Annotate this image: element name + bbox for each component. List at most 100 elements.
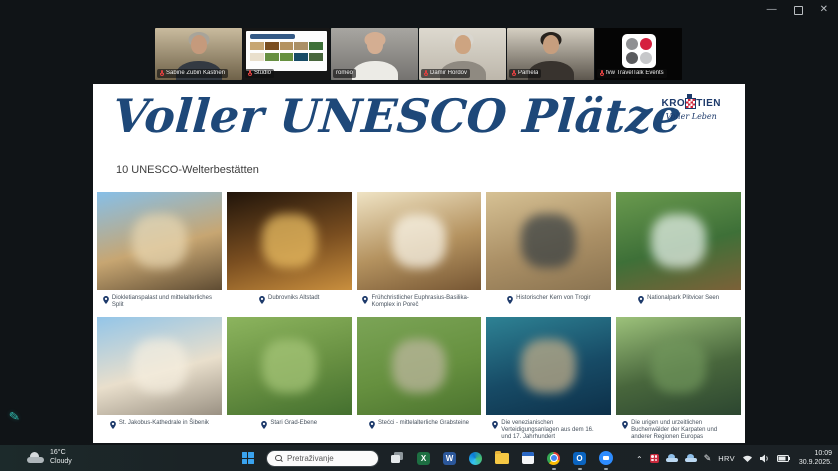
muted-mic-icon [512,70,516,77]
word-icon: W [443,452,456,465]
unesco-grid-item: Historischer Kern von Trogir [486,192,611,316]
unesco-site-caption: Die venezianischen Verteidigungsanlagen … [486,415,611,441]
onedrive-cloud-icon[interactable] [666,454,678,462]
folder-icon [495,453,509,464]
clock-date: 30.9.2025. [799,458,832,467]
system-tray: ⌃ ✎ HRV 10:09 30.9.2025. [636,445,832,471]
start-button[interactable] [240,451,255,466]
unesco-site-photo [97,317,222,415]
unesco-site-caption: Frühchristlicher Euphrasius-Basilika-Kom… [357,290,482,316]
map-pin-icon [638,296,644,304]
participant-face [543,35,559,54]
keyboard-language[interactable]: HRV [718,454,735,463]
unesco-grid-item: St. Jakobus-Kathedrale in Šibenik [97,317,222,441]
pen-input-icon[interactable]: ✎ [704,453,712,464]
unesco-site-photo [486,192,611,290]
unesco-site-caption: Diokletianspalast und mittelalterliches … [97,290,222,316]
shared-slide: Voller UNESCO Plätze 10 UNESCO-Welterbes… [93,84,745,443]
participant-tile[interactable]: romeo [331,28,418,80]
mini-slide-images-row2 [250,53,323,61]
map-pin-icon [259,296,265,304]
slide-title: Voller UNESCO Plätze [111,86,683,146]
croatia-checkerboard-icon [686,99,695,108]
map-pin-icon [362,296,368,304]
zoom-camera-icon [599,451,613,465]
unesco-site-caption-text: Stećci - mittelalterliche Grabsteine [378,420,469,427]
task-view-button[interactable] [390,451,405,466]
maximize-button[interactable] [794,6,803,15]
excel-icon: X [417,452,430,465]
zoom-app-button[interactable] [598,451,613,466]
cloud-weather-icon [27,452,44,463]
participant-name: Damir Hordov [430,70,467,77]
participant-name-label: romeo [333,69,356,78]
unesco-site-caption-text: Dubrovniks Altstadt [268,295,319,302]
weather-temp: 16°C [50,448,72,457]
unesco-site-caption-text: Die venezianischen Verteidigungsanlagen … [501,420,605,441]
unesco-site-photo [616,317,741,415]
calendar-icon [522,452,534,464]
close-button[interactable]: ✕ [820,3,828,17]
participant-strip: Sabine Zubin Kastrien Studio romeo [155,28,682,80]
unesco-grid-item: Dubrovniks Altstadt [227,192,352,316]
clock[interactable]: 10:09 30.9.2025. [799,449,832,467]
wifi-icon[interactable] [742,454,753,463]
croatia-logo: KRO TIEN Voller Leben [661,98,721,121]
participant-tile[interactable]: Studio [243,28,330,80]
weather-condition: Cloudy [50,457,72,466]
map-pin-icon [492,421,498,429]
unesco-site-caption-text: Historischer Kern von Trogir [516,295,590,302]
participant-face [367,35,383,54]
taskbar-search-input[interactable]: Pretraživanje [266,450,379,467]
chrome-button[interactable] [546,451,561,466]
unesco-site-caption-text: Die urigen und urzeitlichen Buchenwälder… [631,420,735,441]
unesco-site-caption: Historischer Kern von Trogir [486,290,611,316]
taskbar: 16°C Cloudy Pretraživanje X W O ⌃ [0,445,838,471]
outlook-button[interactable]: O [572,451,587,466]
volume-icon[interactable] [760,454,770,463]
participant-face [455,35,471,54]
excel-button[interactable]: X [416,451,431,466]
map-pin-icon [507,296,513,304]
participant-name: Studio [254,70,271,77]
edge-button[interactable] [468,451,483,466]
annotation-pencil-icon[interactable]: ✎ [8,408,21,425]
weather-widget[interactable]: 16°C Cloudy [27,448,72,466]
map-pin-icon [103,296,109,304]
unesco-site-caption-text: Diokletianspalast und mittelalterliches … [112,295,216,309]
edge-icon [469,452,482,465]
unesco-site-photo [616,192,741,290]
participant-tile[interactable]: Sabine Zubin Kastrien [155,28,242,80]
unesco-grid-item: Die venezianischen Verteidigungsanlagen … [486,317,611,441]
participant-name: Pamela [518,70,538,77]
unesco-site-photo [357,192,482,290]
muted-mic-icon [248,70,252,77]
participant-torso [352,61,398,80]
participant-tile[interactable]: fvw TravelTalk Events [595,28,682,80]
unesco-site-caption-text: St. Jakobus-Kathedrale in Šibenik [119,420,209,427]
participant-tile[interactable]: Damir Hordov [419,28,506,80]
unesco-site-photo [357,317,482,415]
unesco-grid-item: Nationalpark Plitvicer Seen [616,192,741,316]
tray-app-icon[interactable] [650,454,659,463]
croatia-logo-text-post: TIEN [696,98,721,109]
unesco-site-caption: Die urigen und urzeitlichen Buchenwälder… [616,415,741,441]
minimize-button[interactable]: — [767,3,777,17]
tray-overflow-chevron-icon[interactable]: ⌃ [636,455,643,464]
unesco-grid-item: Diokletianspalast und mittelalterliches … [97,192,222,316]
calendar-button[interactable] [520,451,535,466]
participant-name-label: Studio [245,69,274,78]
slide-subtitle: 10 UNESCO-Welterbestätten [116,164,259,176]
file-explorer-button[interactable] [494,451,509,466]
participant-name-label: fvw TravelTalk Events [597,69,667,78]
map-pin-icon [369,421,375,429]
participant-tile[interactable]: Pamela [507,28,594,80]
unesco-site-photo [97,192,222,290]
search-icon [275,455,282,462]
word-button[interactable]: W [442,451,457,466]
croatia-logo-text-pre: KRO [661,98,685,109]
window-controls: — ✕ [767,3,828,17]
battery-icon[interactable] [777,455,790,462]
cloud-sync-icon[interactable] [685,454,697,462]
unesco-grid-item: Stećci - mittelalterliche Grabsteine [357,317,482,441]
